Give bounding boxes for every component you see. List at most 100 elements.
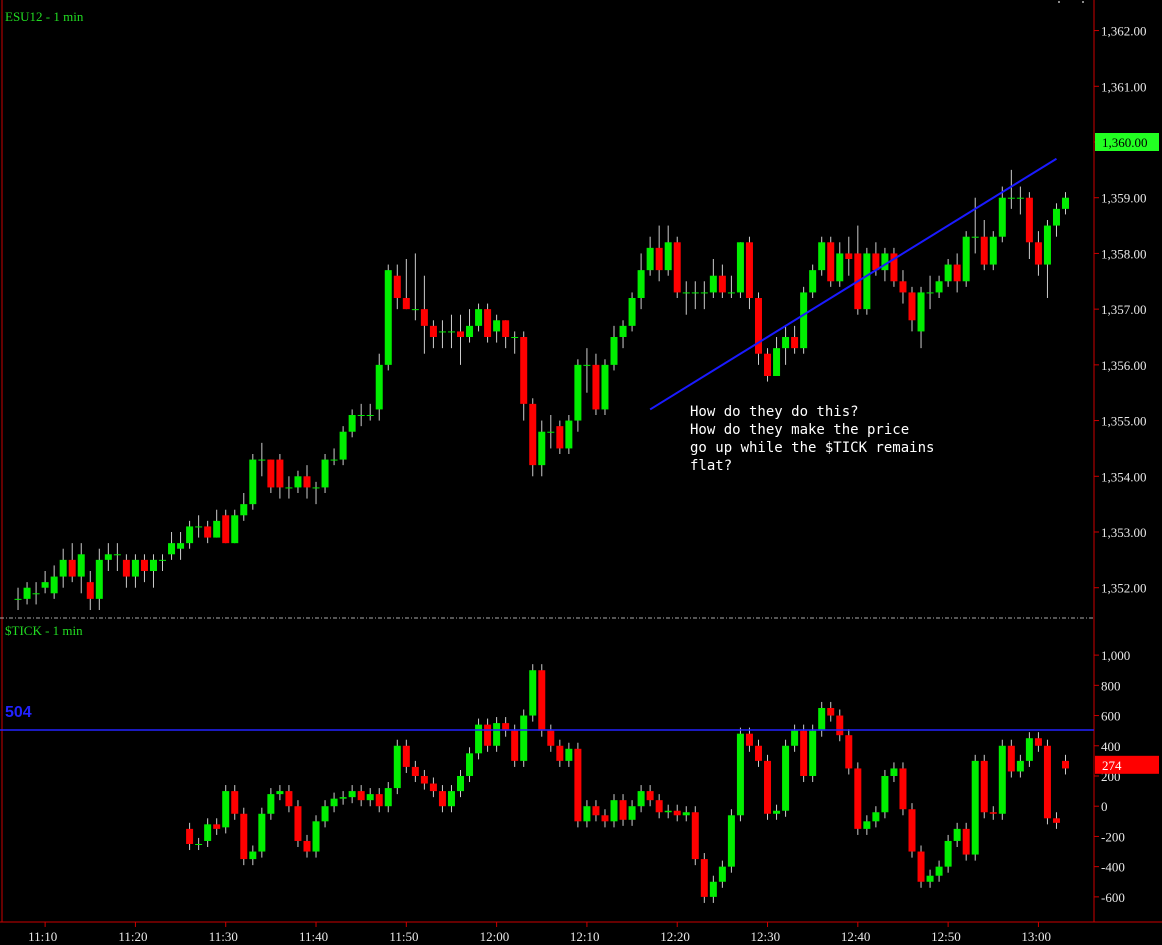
tick-bar-down [691, 812, 699, 860]
price-candle-down [484, 309, 492, 337]
chart-canvas: ESU12 - 1 min $TICK - 1 min 1,362.00 1,36… [0, 0, 1162, 945]
tick-bar-up [664, 810, 672, 813]
tick-bar-up [727, 815, 735, 867]
price-candle-up [1052, 208, 1060, 226]
price-candle-up [800, 292, 808, 349]
price-candle-up [538, 431, 546, 466]
price-candle-up [50, 576, 58, 594]
last-tick-badge-text: 274 [1102, 758, 1122, 773]
price-candle-up [1043, 225, 1051, 265]
price-candle-up [321, 459, 329, 488]
tick-tick-label: -600 [1101, 890, 1125, 905]
tick-bar-down [438, 791, 446, 807]
time-tick-label: 11:40 [299, 929, 328, 944]
tick-bar-up [393, 745, 401, 789]
price-candle-down [592, 364, 600, 410]
tick-bar-down [420, 775, 428, 784]
tick-bar-up [330, 798, 338, 807]
price-candle-up [466, 325, 474, 337]
tick-bar-down [845, 735, 853, 769]
tick-bar-down [1007, 745, 1015, 772]
tick-bar-down [556, 745, 564, 761]
price-candle-up [366, 415, 374, 416]
price-candle-up [59, 559, 67, 577]
price-candle-up [375, 364, 383, 410]
tick-bar-up [809, 730, 817, 776]
price-candle-down [791, 337, 799, 349]
price-candle-up [384, 270, 392, 365]
price-candle-up [113, 554, 121, 556]
price-candle-down [745, 242, 753, 298]
price-candle-up [339, 431, 347, 460]
tick-bar-down [402, 745, 410, 767]
price-candle-up [836, 253, 844, 282]
time-tick-label: 11:30 [209, 929, 238, 944]
tick-bar-up [935, 866, 943, 876]
tick-reference-label: 504 [5, 704, 32, 721]
price-candle-up [646, 247, 654, 271]
price-candle-up [881, 253, 889, 271]
time-tick-label: 12:00 [480, 929, 510, 944]
tick-bar-up [267, 794, 275, 814]
tick-bar-up [466, 753, 474, 776]
price-candle-down [980, 236, 988, 265]
tick-bar-up [321, 806, 329, 822]
price-candle-up [14, 598, 22, 600]
price-candle-down [68, 559, 76, 577]
price-candle-up [1062, 197, 1070, 209]
price-candle-up [41, 582, 49, 588]
tick-bar-down [375, 794, 383, 807]
tick-bar-up [583, 806, 591, 822]
tick-bar-up [637, 791, 645, 807]
tick-bar-down [1034, 738, 1042, 746]
price-candle-down [420, 309, 428, 326]
tick-bar-up [890, 768, 898, 776]
price-candle-up [610, 337, 618, 365]
price-candle-down [122, 559, 130, 577]
price-candle-down [718, 275, 726, 293]
tick-bar-up [998, 745, 1006, 814]
last-price-badge-text: 1,360.00 [1102, 135, 1148, 150]
price-candle-up [493, 320, 501, 332]
time-tick-label: 13:00 [1021, 929, 1051, 944]
price-tick-label: 1,361.00 [1101, 79, 1147, 94]
price-candle-down [556, 426, 564, 449]
tick-bar-up [447, 791, 455, 807]
tick-bar-up [791, 730, 799, 746]
tick-bar-up [863, 821, 871, 829]
tick-bar-down [917, 851, 925, 882]
tick-bar-up [565, 748, 573, 761]
last-tick-badge: 274 [1095, 755, 1159, 774]
time-tick-label: 12:50 [931, 929, 961, 944]
price-candle-up [249, 459, 257, 505]
tick-bar-up [276, 791, 284, 795]
price-candle-up [168, 543, 176, 555]
tick-bar-down [511, 730, 519, 761]
price-candle-up [818, 242, 826, 271]
price-candle-up [709, 275, 717, 293]
price-candle-up [149, 559, 157, 571]
price-candle-up [998, 197, 1006, 237]
price-candle-up [601, 364, 609, 410]
price-candle-up [240, 504, 248, 516]
price-candle-up [475, 309, 483, 326]
price-candle-down [1025, 197, 1033, 243]
annotation-line-2: How do they make the price [690, 422, 909, 438]
tick-tick-label: 1,000 [1101, 648, 1130, 663]
price-candle-down [303, 476, 311, 488]
tick-bar-down [213, 824, 221, 829]
price-candle-down [764, 353, 772, 376]
price-candle-down [827, 242, 835, 282]
price-tick-label: 1,354.00 [1101, 469, 1147, 484]
price-tick-label: 1,358.00 [1101, 246, 1147, 261]
price-candle-up [159, 559, 167, 561]
price-candle-up [411, 309, 419, 311]
time-tick-label: 12:40 [841, 929, 871, 944]
price-candle-up [104, 554, 112, 560]
price-candle-down [204, 526, 212, 538]
tick-bar-up [1025, 738, 1033, 761]
price-candle-up [95, 559, 103, 599]
price-candle-up [1007, 197, 1015, 199]
annotation-line-3: go up while the $TICK remains [690, 440, 934, 456]
tick-bar-down [673, 810, 681, 816]
